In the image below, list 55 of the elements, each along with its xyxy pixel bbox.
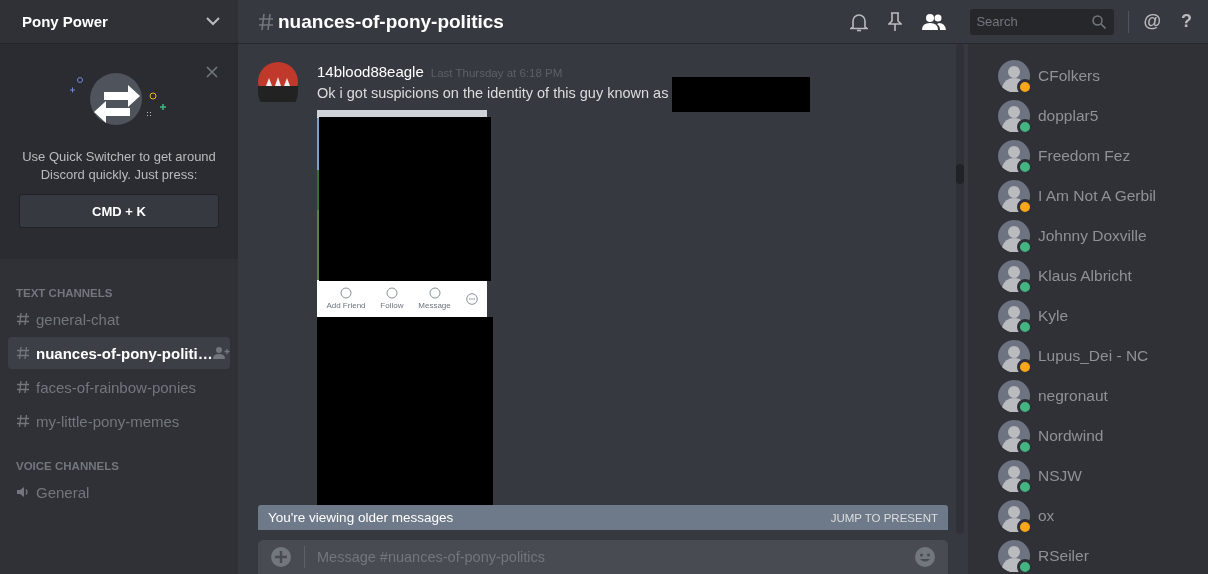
message-text: Ok i got suspicions on the identity of this guy known as [317, 84, 669, 103]
member-item[interactable]: dopplar5 [968, 96, 1208, 136]
avatar[interactable] [258, 62, 298, 102]
scrollbar[interactable] [956, 44, 964, 534]
more-icon [465, 292, 478, 305]
member-item[interactable]: Klaus Albricht [968, 256, 1208, 296]
author-name[interactable]: 14blood88eagle [317, 63, 424, 80]
speaker-icon [16, 485, 30, 499]
bell-icon[interactable] [850, 11, 869, 32]
shortcut-button[interactable]: CMD + K [19, 194, 219, 228]
channel-item[interactable]: nuances-of-pony-politi… [8, 337, 230, 369]
member-item[interactable]: Johnny Doxville [968, 216, 1208, 256]
hash-icon [16, 380, 30, 394]
channel-category[interactable]: VOICE CHANNELS [0, 460, 238, 472]
member-item[interactable]: NSJW [968, 456, 1208, 496]
close-icon[interactable] [206, 66, 218, 78]
search-icon [1092, 14, 1107, 29]
hash-icon [258, 12, 274, 31]
profile-action: Follow [380, 287, 404, 310]
add-user-icon[interactable] [212, 346, 231, 360]
member-item[interactable]: Nordwind [968, 416, 1208, 456]
channel-item[interactable]: faces-of-rainbow-ponies [8, 371, 230, 403]
server-name: Pony Power [22, 13, 108, 30]
hash-icon [16, 346, 30, 360]
member-item[interactable]: CFolkers [968, 56, 1208, 96]
member-item[interactable]: RSeiler [968, 536, 1208, 574]
banner-text: You're viewing older messages [268, 510, 454, 525]
channel-item[interactable]: general-chat [8, 303, 230, 335]
channel-title: nuances-of-pony-politics [278, 10, 504, 33]
circle-icon [385, 287, 398, 299]
channel-item[interactable]: General [8, 476, 230, 508]
hash-icon [16, 414, 30, 428]
emoji-icon[interactable] [914, 546, 936, 568]
search-field[interactable]: Search [970, 8, 1115, 35]
member-item[interactable]: Lupus_Dei - NC [968, 336, 1208, 376]
jump-to-present-link[interactable]: JUMP TO PRESENT [830, 511, 938, 524]
add-icon[interactable] [270, 546, 292, 568]
profile-action: Add Friend [326, 287, 366, 310]
member-item[interactable]: I Am Not A Gerbil [968, 176, 1208, 216]
hash-icon [16, 312, 30, 326]
mentions-button[interactable]: @ [1143, 11, 1161, 32]
members-icon[interactable] [922, 12, 947, 31]
quick-switcher-hint: Use Quick Switcher to get around Discord quickly. Just press: [21, 148, 217, 184]
circle-icon [428, 287, 441, 299]
member-item[interactable]: Freedom Fez [968, 136, 1208, 176]
help-button[interactable]: ? [1181, 11, 1192, 32]
chevron-down-icon [206, 17, 220, 26]
member-item[interactable]: Kyle [968, 296, 1208, 336]
circle-icon [339, 287, 352, 299]
member-item[interactable]: negronaut [968, 376, 1208, 416]
member-item[interactable]: ox [968, 496, 1208, 536]
profile-action: Message [418, 287, 451, 310]
channel-item[interactable]: my-little-pony-memes [8, 405, 230, 437]
channel-category[interactable]: TEXT CHANNELS [0, 287, 238, 299]
pin-icon[interactable] [888, 11, 903, 32]
